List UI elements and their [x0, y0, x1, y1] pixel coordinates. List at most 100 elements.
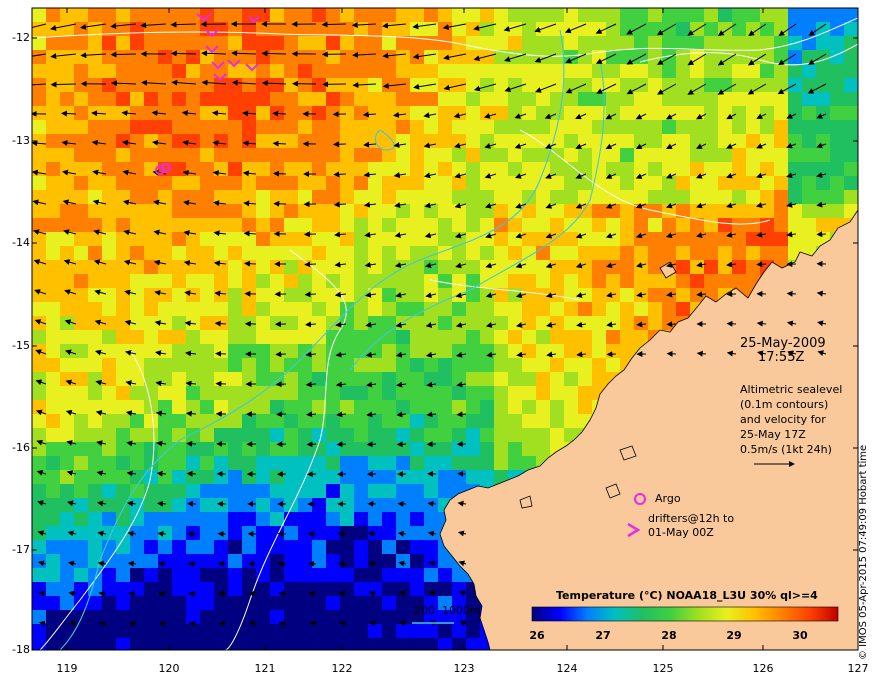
sst-pixel [88, 92, 103, 107]
sst-pixel [424, 484, 439, 499]
sst-pixel [116, 330, 131, 345]
sst-pixel [60, 554, 75, 569]
sst-pixel [606, 22, 621, 37]
sst-pixel [46, 120, 61, 135]
sst-pixel [242, 540, 257, 555]
sst-pixel [60, 274, 75, 289]
sst-pixel [466, 92, 481, 107]
sst-pixel [340, 512, 355, 527]
sst-pixel [704, 22, 719, 37]
sst-pixel [144, 148, 159, 163]
sst-pixel [578, 372, 593, 387]
sst-pixel [550, 106, 565, 121]
sst-pixel [102, 624, 117, 639]
sst-pixel [88, 288, 103, 303]
sst-pixel [186, 78, 201, 93]
sst-pixel [172, 232, 187, 247]
sst-pixel [438, 624, 453, 639]
sst-pixel [74, 484, 89, 499]
sst-pixel [704, 260, 719, 275]
sst-pixel [760, 190, 775, 205]
sst-pixel [536, 442, 551, 457]
sst-pixel [340, 428, 355, 443]
sst-pixel [382, 596, 397, 611]
sst-pixel [480, 442, 495, 457]
sst-pixel [284, 176, 299, 191]
sst-pixel [60, 484, 75, 499]
sst-pixel [704, 78, 719, 93]
sst-pixel [424, 358, 439, 373]
sst-pixel [158, 8, 173, 23]
sst-pixel [88, 120, 103, 135]
velocity-arrow [757, 264, 766, 265]
sst-pixel [102, 92, 117, 107]
sst-pixel [620, 260, 635, 275]
sst-pixel [438, 204, 453, 219]
sst-pixel [284, 400, 299, 415]
sst-pixel [74, 190, 89, 205]
sst-pixel [116, 176, 131, 191]
sst-pixel [382, 400, 397, 415]
sst-pixel [410, 78, 425, 93]
sst-pixel [634, 106, 649, 121]
sst-pixel [270, 414, 285, 429]
sst-pixel [102, 568, 117, 583]
sst-pixel [480, 120, 495, 135]
sst-pixel [228, 302, 243, 317]
sst-pixel [46, 624, 61, 639]
sst-pixel [186, 134, 201, 149]
sst-pixel [536, 162, 551, 177]
sst-pixel [326, 316, 341, 331]
velocity-arrow [308, 444, 317, 445]
sst-pixel [564, 190, 579, 205]
sst-pixel [340, 344, 355, 359]
sst-pixel [676, 106, 691, 121]
sst-pixel [802, 92, 817, 107]
sst-pixel [74, 22, 89, 37]
sst-pixel [606, 330, 621, 345]
sst-pixel [326, 106, 341, 121]
sst-pixel [522, 106, 537, 121]
sst-pixel [144, 8, 159, 23]
sst-pixel [242, 120, 257, 135]
sst-pixel [88, 456, 103, 471]
sst-pixel [410, 442, 425, 457]
velocity-arrow [338, 444, 347, 445]
sst-pixel [200, 568, 215, 583]
lat-label-16: -16 [2, 441, 30, 454]
sst-pixel [424, 64, 439, 79]
sst-pixel [494, 330, 509, 345]
sst-pixel [88, 372, 103, 387]
sst-pixel [592, 232, 607, 247]
velocity-arrow [368, 444, 376, 445]
sst-pixel [214, 204, 229, 219]
sst-pixel [172, 344, 187, 359]
sst-pixel [186, 274, 201, 289]
sst-pixel [214, 484, 229, 499]
sst-pixel [452, 134, 467, 149]
sst-pixel [200, 302, 215, 317]
sst-pixel [438, 386, 453, 401]
sst-pixel [186, 260, 201, 275]
sst-pixel [102, 218, 117, 233]
sst-pixel [172, 288, 187, 303]
sst-pixel [32, 386, 47, 401]
sst-pixel [634, 148, 649, 163]
sst-pixel [438, 344, 453, 359]
sst-pixel [424, 218, 439, 233]
velocity-arrow [189, 593, 196, 594]
sst-pixel [200, 456, 215, 471]
sst-pixel [158, 596, 173, 611]
velocity-arrow [249, 564, 256, 565]
sst-pixel [732, 134, 747, 149]
sst-pixel [102, 512, 117, 527]
sst-pixel [228, 470, 243, 485]
sst-pixel [46, 134, 61, 149]
sst-pixel [214, 232, 229, 247]
sst-pixel [424, 428, 439, 443]
sst-pixel [256, 288, 271, 303]
sst-pixel [368, 344, 383, 359]
sst-pixel [578, 400, 593, 415]
sst-pixel [298, 554, 313, 569]
sst-pixel [382, 302, 397, 317]
